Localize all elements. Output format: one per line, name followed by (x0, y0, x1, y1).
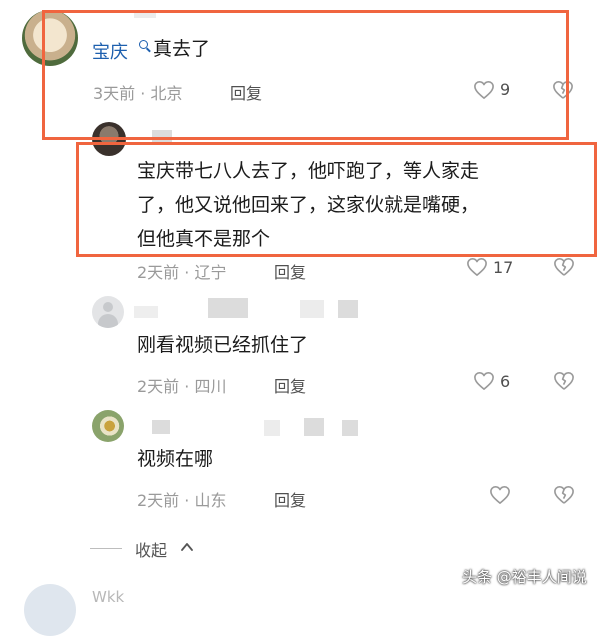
watermark: 头条 @裕丰人间说 (462, 568, 587, 586)
dislike-icon[interactable] (553, 485, 575, 505)
highlight-box (42, 10, 569, 140)
reply-text-line: 刚看视频已经抓住了 (137, 334, 309, 356)
reply-text-line: 宝庆带七八人去了，他吓跑了，等人家走 (137, 160, 480, 182)
divider (90, 548, 122, 549)
reply-text: 视频在哪 (137, 442, 213, 476)
like-count: 6 (500, 372, 511, 391)
redacted-name (208, 298, 248, 318)
like-count: 17 (493, 258, 514, 277)
reply-text: 宝庆带七八人去了，他吓跑了，等人家走 了，他又说他回来了，这家伙就是嘴硬， 但他… (137, 154, 479, 256)
redacted-name (304, 418, 324, 436)
redacted-name (338, 300, 358, 318)
avatar[interactable] (24, 584, 76, 636)
redacted-name (264, 420, 280, 436)
reply-button[interactable]: 回复 (274, 259, 306, 283)
username[interactable]: Wkk (92, 588, 124, 606)
timestamp-location: 2天前 · 四川 (137, 377, 227, 396)
avatar[interactable] (92, 296, 124, 328)
redacted-name (134, 306, 158, 318)
reply-button[interactable]: 回复 (230, 80, 262, 104)
timestamp-location: 3天前 · 北京 (93, 84, 183, 103)
like-heart-icon[interactable] (473, 80, 495, 100)
dislike-icon[interactable] (552, 80, 574, 100)
avatar[interactable] (92, 410, 124, 442)
reply-text: 刚看视频已经抓住了 (137, 328, 308, 362)
dislike-icon[interactable] (553, 257, 575, 277)
avatar[interactable] (92, 122, 126, 156)
like-heart-icon[interactable] (489, 485, 511, 505)
reply-button[interactable]: 回复 (274, 373, 306, 397)
reply-button[interactable]: 回复 (274, 487, 306, 511)
timestamp-location: 2天前 · 辽宁 (137, 263, 227, 282)
comment-text: 真去了 (153, 38, 211, 60)
search-icon[interactable] (139, 40, 148, 49)
reply-text-line: 但他真不是那个 (137, 228, 271, 250)
like-heart-icon[interactable] (473, 371, 495, 391)
like-heart-icon[interactable] (466, 257, 488, 277)
redacted-name (134, 10, 156, 18)
avatar[interactable] (22, 10, 78, 66)
timestamp-location: 2天前 · 山东 (137, 491, 227, 510)
reply-text-line: 视频在哪 (137, 448, 214, 470)
like-count: 9 (500, 80, 511, 99)
redacted-name (342, 420, 358, 436)
redacted-name (152, 420, 170, 434)
redacted-name (300, 300, 324, 318)
username[interactable]: 宝庆 (92, 38, 128, 64)
redacted-name (152, 130, 172, 144)
collapse-button[interactable]: 收起 (135, 537, 167, 561)
reply-text-line: 了，他又说他回来了，这家伙就是嘴硬， (137, 194, 480, 216)
dislike-icon[interactable] (553, 371, 575, 391)
chevron-up-icon[interactable] (180, 541, 194, 553)
